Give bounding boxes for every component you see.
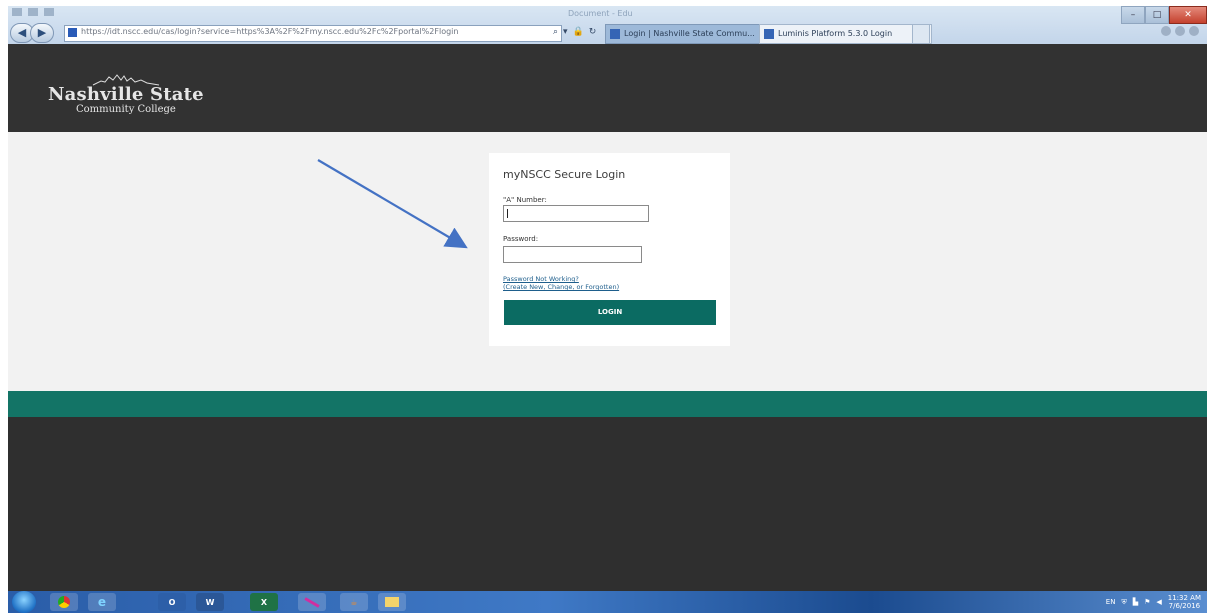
page-footer	[8, 417, 1207, 591]
tab-luminis-login[interactable]: Luminis Platform 5.3.0 Login ×	[759, 24, 932, 44]
qat-icon[interactable]	[28, 8, 38, 16]
refresh-icon[interactable]: ↻	[589, 25, 597, 40]
home-icon[interactable]	[1161, 26, 1171, 36]
excel-icon: X	[260, 597, 268, 607]
lock-icon[interactable]: 🔒	[573, 25, 584, 40]
college-logo[interactable]: Nashville State Community College	[48, 72, 204, 116]
screen: Document - Edu – □ ✕ ◀ ▶ https://idt.nsc…	[8, 6, 1207, 613]
clock-date: 7/6/2016	[1168, 602, 1201, 610]
minimize-button[interactable]: –	[1121, 6, 1145, 24]
address-tools: ⌕ ▾ 🔒 ↻	[553, 25, 596, 40]
java-icon: ☕	[350, 597, 358, 607]
taskbar-pen[interactable]	[298, 593, 326, 611]
logo-line2: Community College	[75, 104, 176, 115]
browser-chrome: Document - Edu – □ ✕ ◀ ▶ https://idt.nsc…	[8, 6, 1207, 44]
dropdown-icon[interactable]: ▾	[563, 25, 568, 40]
tab-label: Login | Nashville State Commu...	[624, 29, 755, 38]
search-icon[interactable]: ⌕	[553, 25, 558, 40]
forward-button[interactable]: ▶	[30, 23, 54, 43]
password-input[interactable]	[503, 246, 642, 263]
maximize-button[interactable]: □	[1145, 6, 1169, 24]
taskbar-java[interactable]: ☕	[340, 593, 368, 611]
start-button[interactable]	[12, 591, 36, 613]
gear-icon[interactable]	[1189, 26, 1199, 36]
a-number-label: "A" Number:	[503, 196, 547, 204]
qat-icon[interactable]	[44, 8, 54, 16]
ie-icon: e	[97, 595, 107, 609]
a-number-input[interactable]	[503, 205, 649, 222]
browser-tools	[1161, 26, 1199, 36]
shield-icon[interactable]: ⛨	[1121, 598, 1126, 607]
window-controls: – □ ✕	[1121, 6, 1207, 24]
window-title: Document - Edu	[568, 9, 633, 18]
windows-taskbar: e O W X ☕ EN ⛨ ▙ ⚑ ◀ 11:32 AM 7/6/2016	[8, 591, 1207, 613]
site-header: Nashville State Community College	[8, 44, 1207, 132]
create-change-forgotten-link[interactable]: (Create New, Change, or Forgotten)	[503, 283, 619, 291]
clock-time: 11:32 AM	[1167, 594, 1201, 602]
taskbar-chrome[interactable]	[50, 593, 78, 611]
taskbar-outlook[interactable]: O	[158, 593, 186, 611]
word-icon: W	[205, 597, 215, 607]
login-title: myNSCC Secure Login	[503, 168, 626, 181]
taskbar-word[interactable]: W	[196, 593, 224, 611]
main-content: myNSCC Secure Login "A" Number: Password…	[8, 132, 1207, 391]
login-button[interactable]: LOGIN	[504, 300, 716, 325]
outlook-icon: O	[168, 597, 176, 607]
keyboard-icon[interactable]: EN	[1106, 598, 1116, 606]
address-url[interactable]: https://idt.nscc.edu/cas/login?service=h…	[81, 27, 458, 36]
address-bar[interactable]: https://idt.nscc.edu/cas/login?service=h…	[64, 25, 562, 42]
password-not-working-link[interactable]: Password Not Working?	[503, 275, 579, 283]
flag-icon[interactable]: ⚑	[1144, 598, 1150, 606]
teal-band	[8, 391, 1207, 417]
volume-icon[interactable]: ◀	[1156, 598, 1161, 606]
annotation-arrow-icon	[317, 159, 468, 249]
pen-icon	[304, 596, 320, 608]
tab-login-nashville[interactable]: Login | Nashville State Commu...	[605, 24, 778, 44]
folder-icon	[385, 597, 399, 607]
chrome-icon	[58, 596, 70, 608]
nav-buttons: ◀ ▶	[10, 23, 54, 43]
taskbar-folder[interactable]	[378, 593, 406, 611]
taskbar-excel[interactable]: X	[250, 593, 278, 611]
new-tab-button[interactable]	[912, 24, 930, 44]
network-icon[interactable]: ▙	[1133, 598, 1138, 606]
text-caret	[507, 209, 508, 218]
site-favicon-icon	[68, 28, 77, 37]
close-button[interactable]: ✕	[1169, 6, 1207, 24]
password-label: Password:	[503, 235, 539, 243]
favorites-star-icon[interactable]	[1175, 26, 1185, 36]
system-tray: EN ⛨ ▙ ⚑ ◀ 11:32 AM 7/6/2016	[1106, 594, 1201, 610]
login-card: myNSCC Secure Login "A" Number: Password…	[489, 153, 730, 346]
tab-label: Luminis Platform 5.3.0 Login	[778, 29, 893, 38]
quick-access-toolbar	[12, 8, 54, 16]
logo-line1: Nashville State	[48, 84, 204, 105]
taskbar-ie[interactable]: e	[88, 593, 116, 611]
clock[interactable]: 11:32 AM 7/6/2016	[1168, 594, 1201, 610]
qat-icon[interactable]	[12, 8, 22, 16]
